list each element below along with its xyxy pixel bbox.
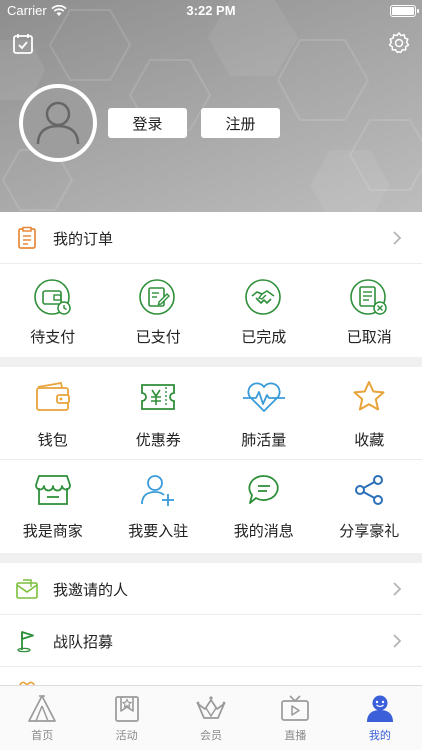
- tab-member[interactable]: 会员: [169, 686, 253, 750]
- order-status-paid[interactable]: 已支付: [106, 264, 212, 357]
- live-tv-icon: [281, 695, 310, 721]
- service-label: 优惠券: [135, 431, 181, 449]
- store-icon: [34, 475, 71, 505]
- service-favorites[interactable]: 收藏: [317, 367, 422, 459]
- invited-people-row[interactable]: 我邀请的人: [0, 563, 422, 615]
- settings-gear-icon[interactable]: [387, 31, 411, 55]
- wallet-clock-icon: [33, 279, 71, 315]
- battery-icon: [390, 5, 419, 17]
- coupon-icon: [141, 384, 176, 410]
- order-status-label: 已取消: [346, 328, 392, 346]
- service-share[interactable]: 分享豪礼: [317, 460, 422, 553]
- clock: 3:22 PM: [186, 3, 236, 18]
- tab-bar: 首页 活动 会员 直播 我的: [0, 685, 422, 750]
- order-status-panel: 待支付 已支付 已完成 已取消: [0, 264, 422, 357]
- member-crown-icon: [196, 696, 226, 719]
- tab-label: 首页: [31, 729, 54, 742]
- order-status-label: 已完成: [241, 328, 287, 346]
- invited-people-label: 我邀请的人: [53, 581, 129, 599]
- chevron-right-icon: [393, 231, 402, 245]
- status-bar: Carrier 3:22 PM: [0, 0, 422, 22]
- flag-icon: [17, 631, 34, 653]
- profile-icon: [366, 695, 393, 722]
- tab-label: 直播: [284, 729, 307, 742]
- service-label: 我是商家: [22, 522, 83, 540]
- services-panel: 钱包 优惠券 肺活量 收藏 我是商家 我要入驻 我的消息 分享豪礼: [0, 367, 422, 553]
- service-label: 我的消息: [233, 522, 294, 540]
- service-lung-capacity[interactable]: 肺活量: [211, 367, 317, 459]
- service-join[interactable]: 我要入驻: [106, 460, 212, 553]
- order-status-completed[interactable]: 已完成: [211, 264, 317, 357]
- share-icon: [355, 475, 384, 505]
- next-row-peek: [0, 667, 422, 687]
- chevron-right-icon: [393, 634, 402, 648]
- tab-label: 活动: [115, 729, 138, 742]
- avatar[interactable]: [19, 84, 97, 162]
- document-cancel-icon: [350, 279, 387, 315]
- star-icon: [353, 381, 385, 411]
- my-orders-row[interactable]: 我的订单: [0, 212, 422, 264]
- service-merchant[interactable]: 我是商家: [0, 460, 106, 553]
- user-add-icon: [141, 475, 175, 506]
- heartbeat-icon: [242, 382, 285, 412]
- service-label: 我要入驻: [128, 522, 189, 540]
- tab-label: 我的: [368, 729, 391, 742]
- wallet-icon: [35, 381, 70, 411]
- register-button[interactable]: 注册: [201, 108, 280, 138]
- clipboard-list-icon: [18, 226, 36, 249]
- chevron-right-icon: [393, 582, 402, 596]
- tab-home[interactable]: 首页: [0, 686, 84, 750]
- service-messages[interactable]: 我的消息: [211, 460, 317, 553]
- handshake-icon: [244, 279, 281, 315]
- service-label: 肺活量: [241, 431, 287, 449]
- home-tent-icon: [28, 695, 57, 722]
- order-status-label: 已支付: [135, 328, 181, 346]
- login-button[interactable]: 登录: [108, 108, 187, 138]
- tab-profile[interactable]: 我的: [338, 686, 422, 750]
- service-label: 收藏: [354, 431, 385, 449]
- tab-activity[interactable]: 活动: [84, 686, 168, 750]
- tab-live[interactable]: 直播: [253, 686, 337, 750]
- team-recruit-row[interactable]: 战队招募: [0, 615, 422, 667]
- order-status-pending[interactable]: 待支付: [0, 264, 106, 357]
- service-label: 分享豪礼: [339, 522, 400, 540]
- calendar-check-icon[interactable]: [11, 32, 35, 56]
- order-status-cancelled[interactable]: 已取消: [317, 264, 422, 357]
- mail-invite-icon: [16, 579, 38, 599]
- service-coupon[interactable]: 优惠券: [106, 367, 212, 459]
- service-wallet[interactable]: 钱包: [0, 367, 106, 459]
- tab-label: 会员: [200, 729, 223, 742]
- team-recruit-label: 战队招募: [53, 633, 114, 651]
- activity-bookmark-icon: [114, 696, 139, 722]
- my-orders-label: 我的订单: [53, 230, 114, 248]
- profile-header: Carrier 3:22 PM 登录 注册: [0, 0, 422, 212]
- service-label: 钱包: [37, 431, 68, 449]
- message-icon: [248, 475, 279, 504]
- user-avatar-icon: [36, 101, 80, 145]
- order-status-label: 待支付: [30, 328, 76, 346]
- document-edit-icon: [139, 279, 176, 315]
